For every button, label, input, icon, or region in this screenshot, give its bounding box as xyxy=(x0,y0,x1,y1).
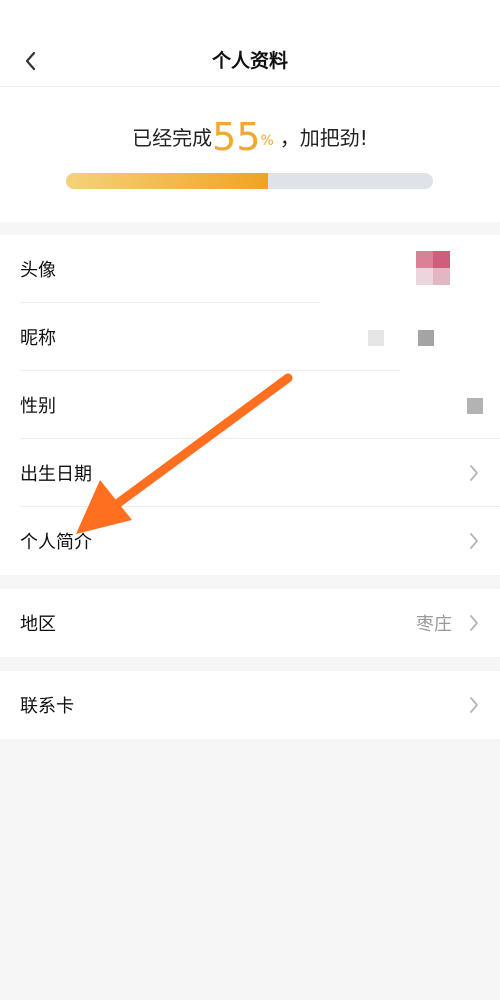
row-birthday[interactable]: 出生日期 xyxy=(0,439,500,507)
completion-percent-sign: % xyxy=(260,133,274,149)
profile-completion-card: 已经完成55% ，加把劲! xyxy=(0,87,500,222)
row-label: 联系卡 xyxy=(20,696,74,717)
nickname-blurred-block xyxy=(418,330,434,346)
profile-section-basic: 头像 昵称 性别 出生日期 个人简介 xyxy=(0,235,500,575)
row-bio[interactable]: 个人简介 xyxy=(0,507,500,575)
row-contact-card[interactable]: 联系卡 xyxy=(0,671,500,739)
row-gender[interactable]: 性别 xyxy=(0,371,500,439)
chevron-right-icon xyxy=(470,697,478,713)
row-region[interactable]: 地区 枣庄 xyxy=(0,589,500,657)
row-label: 地区 xyxy=(20,614,56,635)
chevron-right-icon xyxy=(470,465,478,481)
row-label: 昵称 xyxy=(20,328,56,349)
avatar-thumbnail[interactable] xyxy=(416,251,450,285)
nav-header: 个人资料 xyxy=(0,0,500,87)
profile-section-contact: 联系卡 xyxy=(0,671,500,739)
row-label: 性别 xyxy=(20,396,56,417)
row-label: 头像 xyxy=(20,260,56,281)
completion-percent: 55 xyxy=(212,115,261,159)
page-title: 个人资料 xyxy=(211,50,288,72)
gender-blurred-block xyxy=(467,398,483,414)
nickname-blurred-block xyxy=(368,330,384,346)
completion-text: 已经完成55% ，加把劲! xyxy=(0,115,500,159)
region-value: 枣庄 xyxy=(416,614,452,635)
chevron-right-icon xyxy=(470,615,478,631)
completion-suffix: ，加把劲! xyxy=(279,126,368,150)
row-avatar[interactable]: 头像 xyxy=(0,235,500,303)
completion-prefix: 已经完成 xyxy=(132,126,213,150)
row-label: 出生日期 xyxy=(20,464,92,485)
completion-progress-fill xyxy=(66,173,268,189)
completion-progress-bar xyxy=(66,173,433,189)
row-nickname[interactable]: 昵称 xyxy=(0,303,500,371)
profile-section-region: 地区 枣庄 xyxy=(0,589,500,657)
chevron-right-icon xyxy=(470,533,478,549)
row-label: 个人简介 xyxy=(20,532,92,553)
